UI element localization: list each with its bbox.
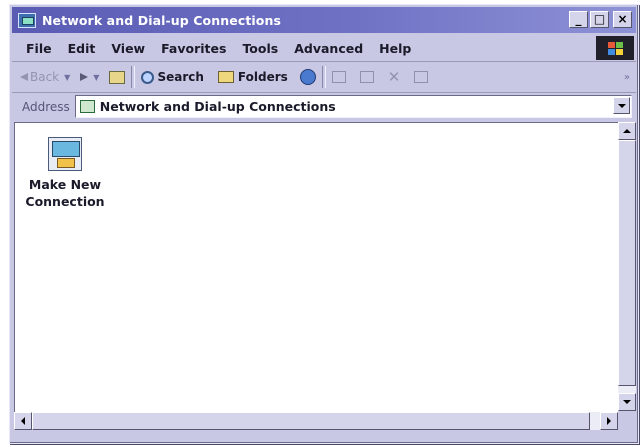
make-new-connection-item[interactable]: Make New Connection: [15, 137, 115, 210]
scroll-right-button[interactable]: [600, 412, 618, 430]
copy-to-icon: [359, 71, 374, 83]
undo-icon: [414, 71, 429, 83]
scroll-up-button[interactable]: [618, 122, 636, 140]
close-button[interactable]: ×: [613, 11, 632, 28]
menu-file[interactable]: File: [26, 41, 52, 56]
arrow-down-icon: [623, 400, 631, 404]
status-bar: [12, 431, 636, 443]
caption-buttons: _ □ ×: [569, 11, 632, 28]
delete-x-icon: ✕: [387, 68, 401, 86]
menu-view[interactable]: View: [111, 41, 145, 56]
size-grip[interactable]: [618, 412, 636, 430]
address-dropdown-button[interactable]: [613, 97, 630, 114]
delete-button[interactable]: ✕: [388, 68, 401, 86]
toolbar-separator: [131, 66, 136, 88]
address-label: Address: [22, 99, 70, 114]
maximize-button[interactable]: □: [590, 11, 609, 28]
toolbar-separator: [321, 66, 326, 88]
title-bar[interactable]: Network and Dial-up Connections _ □ ×: [12, 7, 636, 33]
menu-bar: File Edit View Favorites Tools Advanced …: [12, 35, 636, 62]
move-to-button[interactable]: [331, 71, 346, 83]
network-folder-icon: [18, 12, 36, 28]
make-new-connection-icon: [48, 137, 82, 171]
horizontal-scroll-thumb[interactable]: [32, 412, 590, 430]
address-bar: Address Network and Dial-up Connections: [12, 93, 636, 120]
history-icon: [299, 69, 316, 85]
minimize-button[interactable]: _: [569, 11, 588, 28]
item-label-line-2: Connection: [25, 194, 105, 209]
menu-edit[interactable]: Edit: [68, 41, 96, 56]
arrow-up-icon: [623, 129, 631, 133]
scroll-down-button[interactable]: [618, 393, 636, 411]
forward-arrow-icon: [80, 73, 89, 81]
vertical-scrollbar[interactable]: [618, 122, 636, 411]
folder-view[interactable]: Make New Connection: [14, 122, 618, 412]
network-folder-icon: [79, 100, 95, 113]
arrow-left-icon: [21, 417, 25, 425]
arrow-right-icon: [607, 417, 611, 425]
undo-button[interactable]: [414, 71, 429, 83]
address-input[interactable]: Network and Dial-up Connections: [74, 95, 632, 118]
up-folder-icon: [109, 70, 126, 84]
history-button[interactable]: [299, 69, 316, 85]
search-icon: [141, 70, 155, 84]
search-label: Search: [157, 70, 204, 84]
menu-help[interactable]: Help: [379, 41, 411, 56]
move-to-icon: [331, 71, 346, 83]
back-label: Back: [30, 70, 60, 84]
folders-icon: [217, 71, 234, 83]
window-title: Network and Dial-up Connections: [42, 12, 282, 28]
back-button[interactable]: Back ▼: [20, 70, 70, 84]
toolbar-more-chevron-icon[interactable]: »: [624, 72, 630, 83]
up-button[interactable]: [109, 70, 126, 84]
forward-button[interactable]: ▼: [80, 73, 99, 82]
menu-advanced[interactable]: Advanced: [294, 41, 363, 56]
explorer-window: Network and Dial-up Connections _ □ × Fi…: [9, 4, 639, 444]
windows-logo-icon: [596, 36, 634, 60]
folders-label: Folders: [237, 70, 288, 84]
back-arrow-icon: [20, 73, 28, 81]
item-label-line-1: Make New: [28, 177, 102, 192]
forward-dropdown-icon[interactable]: ▼: [93, 73, 99, 82]
menu-tools[interactable]: Tools: [242, 41, 278, 56]
toolbar: Back ▼ ▼ Search Folders ✕ »: [12, 62, 636, 93]
vertical-scroll-thumb[interactable]: [618, 140, 636, 386]
scroll-left-button[interactable]: [14, 412, 32, 430]
chevron-down-icon: [617, 103, 626, 108]
copy-to-button[interactable]: [359, 71, 374, 83]
search-button[interactable]: Search: [141, 70, 204, 84]
folders-button[interactable]: Folders: [217, 70, 288, 84]
address-value: Network and Dial-up Connections: [99, 99, 336, 114]
item-label: Make New Connection: [25, 176, 104, 210]
back-dropdown-icon[interactable]: ▼: [64, 73, 70, 82]
horizontal-scrollbar[interactable]: [14, 412, 618, 430]
menu-favorites[interactable]: Favorites: [161, 41, 226, 56]
